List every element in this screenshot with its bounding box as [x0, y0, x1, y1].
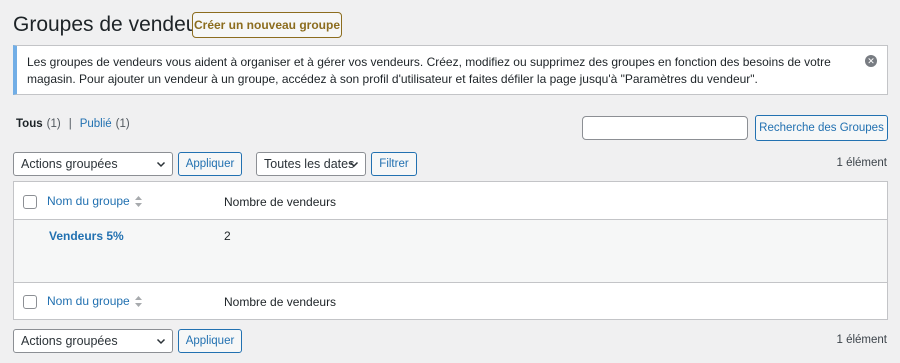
- bulk-actions-value: Actions groupées: [21, 157, 118, 171]
- group-name-link[interactable]: Vendeurs 5%: [49, 229, 124, 243]
- view-all-link[interactable]: Tous: [16, 118, 43, 130]
- column-header-group-name-label: Nom du groupe: [47, 194, 130, 208]
- select-all-checkbox[interactable]: [23, 195, 37, 209]
- status-views: Tous (1) | Publié (1): [16, 118, 130, 130]
- vendor-count-cell: 2: [224, 229, 231, 243]
- apply-button-top[interactable]: Appliquer: [178, 152, 242, 176]
- filter-button[interactable]: Filtrer: [371, 152, 417, 176]
- item-count-bottom: 1 élément: [836, 334, 887, 346]
- column-footer-vendor-count: Nombre de vendeurs: [224, 295, 337, 309]
- column-footer-group-name[interactable]: Nom du groupe: [47, 294, 142, 308]
- column-header-vendor-count: Nombre de vendeurs: [224, 195, 337, 209]
- bulk-actions-value-bottom: Actions groupées: [21, 334, 118, 348]
- column-footer-group-name-label: Nom du groupe: [47, 294, 130, 308]
- notice-text: Les groupes de vendeurs vous aident à or…: [27, 55, 831, 86]
- search-groups-button[interactable]: Recherche des Groupes: [755, 115, 888, 141]
- date-filter-value: Toutes les dates: [264, 157, 355, 171]
- select-all-checkbox-footer[interactable]: [23, 295, 37, 309]
- view-separator: |: [68, 118, 72, 130]
- info-notice: Les groupes de vendeurs vous aident à or…: [13, 45, 888, 95]
- table-row: Vendeurs 5% 2: [14, 220, 887, 282]
- date-filter-select[interactable]: Toutes les dates: [256, 152, 366, 176]
- sort-icon: [134, 295, 142, 307]
- close-circle-icon[interactable]: ✕: [865, 55, 877, 67]
- item-count-top: 1 élément: [836, 157, 887, 169]
- footer-divider: [14, 282, 887, 283]
- add-new-group-button[interactable]: Créer un nouveau groupe: [192, 12, 342, 38]
- bulk-actions-select-top[interactable]: Actions groupées: [13, 152, 173, 176]
- groups-table: Nom du groupe Nombre de vendeurs Vendeur…: [13, 181, 888, 320]
- search-input[interactable]: [582, 116, 748, 140]
- chevron-down-icon: [156, 338, 166, 345]
- view-all-count: (1): [46, 118, 61, 130]
- sort-icon: [134, 195, 142, 207]
- view-published-link[interactable]: Publié: [80, 118, 112, 130]
- chevron-down-icon: [349, 161, 359, 168]
- page-title: Groupes de vendeurs: [13, 13, 215, 36]
- column-header-group-name[interactable]: Nom du groupe: [47, 194, 142, 208]
- apply-button-bottom[interactable]: Appliquer: [178, 329, 242, 353]
- bulk-actions-select-bottom[interactable]: Actions groupées: [13, 329, 173, 353]
- view-published-count: (1): [115, 118, 130, 130]
- chevron-down-icon: [156, 161, 166, 168]
